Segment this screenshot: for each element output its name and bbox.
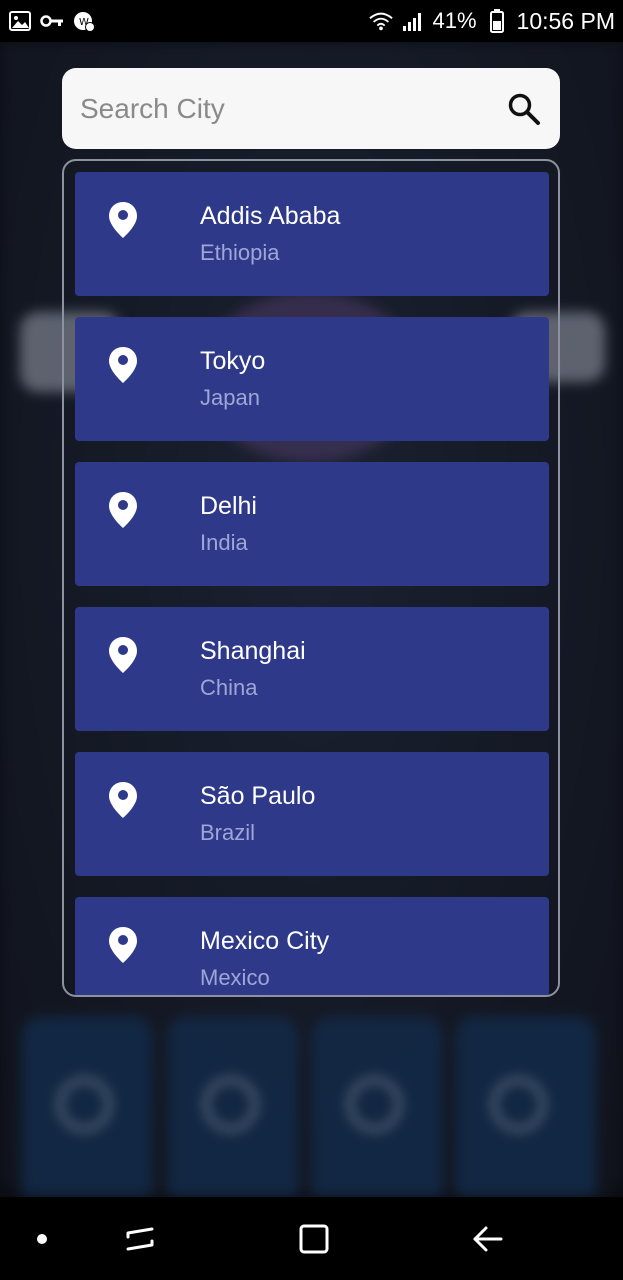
- battery-icon: [485, 9, 509, 33]
- list-item[interactable]: Delhi India: [75, 462, 549, 586]
- city-name: Delhi: [200, 492, 257, 520]
- home-icon[interactable]: [292, 1217, 336, 1261]
- city-name: Mexico City: [200, 927, 330, 955]
- city-list[interactable]: Addis Ababa Ethiopia Tokyo Japan Delhi I…: [62, 159, 560, 997]
- recents-icon[interactable]: [118, 1217, 162, 1261]
- status-left-icons: W: [8, 9, 96, 33]
- sync-badge-icon: W: [72, 9, 96, 33]
- country-name: India: [200, 530, 248, 555]
- location-pin-icon: [109, 492, 137, 528]
- clock: 10:56 PM: [516, 7, 615, 34]
- battery-percent: 41%: [432, 8, 477, 33]
- search-input[interactable]: [78, 91, 482, 126]
- background-forecast-card: [168, 1017, 298, 1197]
- vpn-key-icon: [40, 9, 64, 33]
- city-name: São Paulo: [200, 782, 316, 810]
- signal-icon: [401, 9, 425, 33]
- sun-icon: [57, 1077, 112, 1132]
- location-pin-icon: [109, 202, 137, 238]
- gallery-icon: [8, 9, 32, 33]
- background-forecast-card: [22, 1017, 152, 1197]
- list-item[interactable]: São Paulo Brazil: [75, 752, 549, 876]
- background-forecast-card: [456, 1017, 596, 1197]
- search-icon[interactable]: [506, 91, 542, 127]
- status-right-icons: 41% 10:56 PM: [368, 7, 615, 35]
- country-name: Ethiopia: [200, 240, 280, 265]
- list-item[interactable]: Mexico City Mexico: [75, 897, 549, 995]
- city-name: Addis Ababa: [200, 202, 341, 230]
- sun-icon: [347, 1077, 402, 1132]
- screen: W 41% 10:56 PM Search City Addis Ababa E…: [0, 0, 623, 1280]
- city-name: Shanghai: [200, 637, 306, 665]
- location-pin-icon: [109, 782, 137, 818]
- list-item[interactable]: Tokyo Japan: [75, 317, 549, 441]
- list-item[interactable]: Addis Ababa Ethiopia: [75, 172, 549, 296]
- sun-icon: [491, 1077, 546, 1132]
- background-forecast-card: [312, 1017, 442, 1197]
- wifi-icon: [368, 9, 393, 33]
- location-pin-icon: [109, 637, 137, 673]
- status-bar: W 41% 10:56 PM: [0, 0, 623, 42]
- sun-icon: [203, 1077, 258, 1132]
- country-name: Brazil: [200, 820, 256, 845]
- country-name: China: [200, 675, 258, 700]
- search-bar: [62, 68, 560, 149]
- country-name: Mexico: [200, 965, 270, 990]
- country-name: Japan: [200, 385, 260, 410]
- back-icon[interactable]: [466, 1217, 510, 1261]
- list-item[interactable]: Shanghai China: [75, 607, 549, 731]
- navigation-bar: [0, 1197, 623, 1280]
- location-pin-icon: [109, 927, 137, 963]
- nav-dot-icon[interactable]: [20, 1217, 64, 1261]
- city-name: Tokyo: [200, 347, 266, 375]
- location-pin-icon: [109, 347, 137, 383]
